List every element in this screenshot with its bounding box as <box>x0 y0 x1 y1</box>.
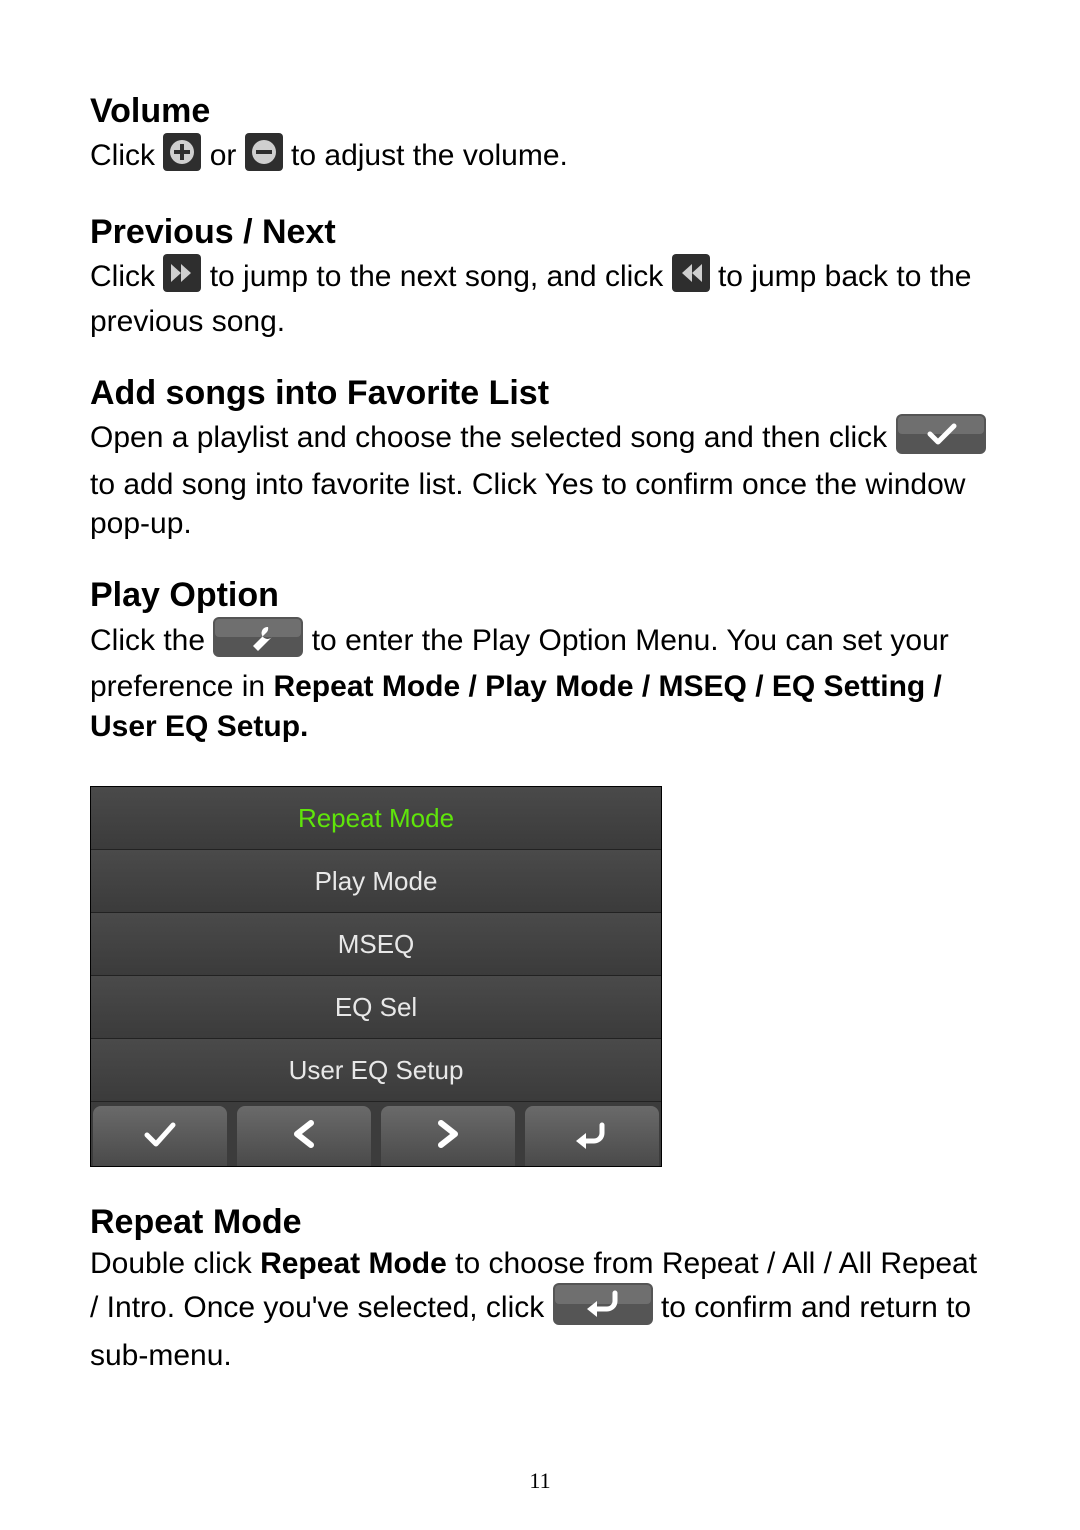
confirm-button[interactable] <box>93 1106 227 1166</box>
prevnext-paragraph: Click to jump to the next song, and clic… <box>90 254 990 342</box>
text: Open a playlist and choose the selected … <box>90 422 896 455</box>
playoption-paragraph: Click the to enter the Play Option Menu.… <box>90 617 990 747</box>
favorite-paragraph: Open a playlist and choose the selected … <box>90 414 990 544</box>
document-page: Volume Click or to adjust the volume. Pr… <box>0 0 1080 1530</box>
text: Click the <box>90 624 213 657</box>
heading-favorite: Add songs into Favorite List <box>90 372 990 415</box>
heading-volume: Volume <box>90 90 990 133</box>
menu-item-eq-sel[interactable]: EQ Sel <box>91 976 661 1039</box>
menu-item-user-eq-setup[interactable]: User EQ Setup <box>91 1039 661 1102</box>
menu-item-play-mode[interactable]: Play Mode <box>91 850 661 913</box>
chevron-left-icon <box>291 1119 317 1154</box>
page-number: 11 <box>0 1468 1080 1494</box>
menu-item-mseq[interactable]: MSEQ <box>91 913 661 976</box>
heading-prev-next: Previous / Next <box>90 211 990 254</box>
minus-icon <box>245 133 283 182</box>
left-button[interactable] <box>237 1106 371 1166</box>
text: Click <box>90 139 163 172</box>
check-icon <box>143 1119 177 1154</box>
text: Click <box>90 260 163 293</box>
plus-icon <box>163 133 201 182</box>
return-button-icon <box>553 1283 653 1336</box>
previous-icon <box>672 254 710 303</box>
text: to adjust the volume. <box>291 139 568 172</box>
volume-paragraph: Click or to adjust the volume. <box>90 133 990 182</box>
text: Double click <box>90 1247 260 1280</box>
heading-play-option: Play Option <box>90 574 990 617</box>
heading-repeat-mode: Repeat Mode <box>90 1201 990 1244</box>
text: or <box>210 139 245 172</box>
return-icon <box>572 1119 612 1154</box>
wrench-button-icon <box>213 617 303 668</box>
repeatmode-paragraph: Double click Repeat Mode to choose from … <box>90 1244 990 1376</box>
text: to jump to the next song, and click <box>210 260 672 293</box>
play-option-menu: Repeat Mode Play Mode MSEQ EQ Sel User E… <box>90 786 662 1167</box>
next-icon <box>163 254 201 303</box>
text: to add song into favorite list. Click Ye… <box>90 468 965 541</box>
chevron-right-icon <box>435 1119 461 1154</box>
right-button[interactable] <box>381 1106 515 1166</box>
menu-item-repeat-mode[interactable]: Repeat Mode <box>91 787 661 850</box>
menu-toolbar <box>91 1102 661 1166</box>
return-button[interactable] <box>525 1106 659 1166</box>
check-button-icon <box>896 414 986 465</box>
repeatmode-bold: Repeat Mode <box>260 1247 447 1280</box>
